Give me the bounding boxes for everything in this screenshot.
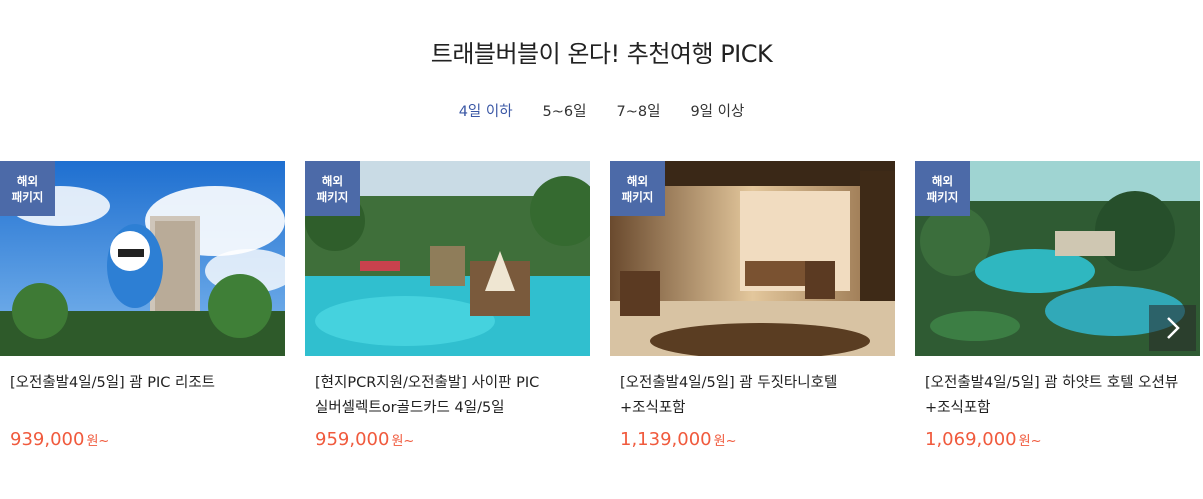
- product-card[interactable]: 해외 패키지 [오전출발4일/5일] 괌 PIC 리조트 939,000 원~: [0, 161, 285, 461]
- tab-7-8days[interactable]: 7~8일: [602, 102, 676, 122]
- tab-5-6days[interactable]: 5~6일: [528, 102, 602, 122]
- package-badge: 해외 패키지: [915, 161, 970, 216]
- product-name[interactable]: [오전출발4일/5일] 괌 하얏트 호텔 오션뷰+조식포함: [925, 371, 1190, 421]
- carousel-next-button[interactable]: [1149, 305, 1196, 351]
- product-card[interactable]: 해외 패키지 [오전출발4일/5일] 괌 두짓타니호텔 +조식포함 1,139,…: [610, 161, 895, 461]
- package-badge: 해외 패키지: [305, 161, 360, 216]
- product-price: 939,000 원~: [10, 429, 110, 450]
- product-name[interactable]: [현지PCR지원/오전출발] 사이판 PIC 실버셀렉트or골드카드 4일/5일: [315, 371, 580, 421]
- product-price: 1,069,000 원~: [925, 429, 1042, 450]
- product-card[interactable]: 해외 패키지 [현지PCR지원/오전출발] 사이판 PIC 실버셀렉트or골드카…: [305, 161, 590, 461]
- product-name[interactable]: [오전출발4일/5일] 괌 PIC 리조트: [10, 371, 275, 396]
- chevron-right-icon: [1166, 317, 1180, 339]
- product-price: 959,000 원~: [315, 429, 415, 450]
- package-badge: 해외 패키지: [0, 161, 55, 216]
- product-image[interactable]: 해외 패키지: [0, 161, 285, 356]
- duration-tabs: 4일 이하 5~6일 7~8일 9일 이상: [0, 102, 1203, 122]
- package-badge: 해외 패키지: [610, 161, 665, 216]
- product-price: 1,139,000 원~: [620, 429, 737, 450]
- tab-4days-or-less[interactable]: 4일 이하: [444, 102, 528, 122]
- product-image[interactable]: 해외 패키지: [610, 161, 895, 356]
- product-name[interactable]: [오전출발4일/5일] 괌 두짓타니호텔 +조식포함: [620, 371, 885, 421]
- tab-9days-or-more[interactable]: 9일 이상: [675, 102, 759, 122]
- product-image[interactable]: 해외 패키지: [305, 161, 590, 356]
- section-title: 트래블버블이 온다! 추천여행 PICK: [430, 40, 773, 68]
